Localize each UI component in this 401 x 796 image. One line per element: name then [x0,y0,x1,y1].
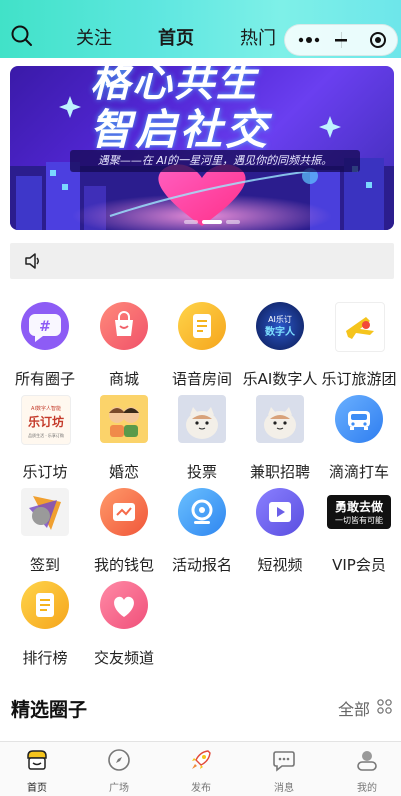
grid-label: 滴滴打车 [328,463,389,481]
svg-text:勇敢去做: 勇敢去做 [335,499,384,514]
grid-item-vip[interactable]: 勇敢去做 一切皆有可能 VIP会员 [319,488,399,580]
svg-text:乐订坊: 乐订坊 [28,414,64,429]
grid-item-short-video[interactable]: 短视频 [240,488,320,580]
grid-label: 乐订旅游团 [321,370,397,388]
grid-label: 活动报名 [171,556,232,574]
banner-subtitle: 遇聚——在 AI的一星河里，遇见你的同频共振。 [70,150,360,172]
home-shop-icon [27,750,47,770]
grid-label: 乐订坊 [22,463,68,481]
tabbar-label: 广场 [109,783,129,794]
ai-digital-human-icon: AI乐订 数字人 [256,302,304,350]
grid-item-wallet[interactable]: 我的钱包 [84,488,164,580]
tabbar-publish[interactable]: 发布 [161,742,241,796]
cat-job-icon [256,395,304,443]
grid-item-vote[interactable]: 投票 [162,395,242,487]
bottom-tab-bar: 首页 广场 发布 消息 我的 [0,741,401,796]
grid-item-travel-group[interactable]: 乐订旅游团 [319,302,399,394]
banner-title-line2: 智启社交 [90,105,271,154]
tab-hot[interactable]: 热门 [240,24,276,50]
profile-icon [357,751,377,771]
grid-label: 婚恋 [108,463,139,481]
see-all-link[interactable]: 全部 [338,696,370,720]
grid-item-checkin[interactable]: 签到 [5,488,85,580]
grid-label: 兼职招聘 [249,463,310,481]
tab-home[interactable]: 首页 [158,24,194,50]
svg-text:AI数字人智能: AI数字人智能 [31,405,61,412]
taxi-icon [335,395,383,443]
search-icon[interactable] [10,24,34,48]
tabbar-square[interactable]: 广场 [79,742,159,796]
grid-label: 所有圈子 [14,370,75,388]
grid-item-part-time-jobs[interactable]: 兼职招聘 [240,395,320,487]
section-title: 精选圈子 [11,699,88,721]
svg-text:一切皆有可能: 一切皆有可能 [335,515,383,525]
cat-vote-icon [178,395,226,443]
activity-signup-icon [178,488,226,536]
notice-bar[interactable] [10,243,394,279]
grid-item-ranking[interactable]: 排行榜 [5,581,85,673]
grid-label: 签到 [29,556,60,574]
wallet-icon [100,488,148,536]
svg-text:数字人: 数字人 [265,325,296,338]
top-header: 关注 首页 热门 [0,0,401,58]
tabbar-label: 首页 [27,783,47,794]
banner-pagination [184,220,240,224]
grid-item-all-circles[interactable]: # 所有圈子 [5,302,85,394]
grid-label: 交友频道 [93,649,154,667]
more-dots-icon[interactable] [297,34,323,46]
grid-item-activity-signup[interactable]: 活动报名 [162,488,242,580]
heart-icon [100,581,148,629]
svg-text:AI乐订: AI乐订 [268,314,292,324]
couple-icon [100,395,148,443]
voice-room-icon [178,302,226,350]
tabbar-label: 我的 [357,783,377,794]
grid-label: 排行榜 [22,649,68,667]
shopping-bag-icon [100,302,148,350]
svg-text:品质生活 · 乐享订购: 品质生活 · 乐享订购 [28,432,64,438]
grid-item-dating-channel[interactable]: 交友频道 [84,581,164,673]
travel-group-icon [335,302,385,352]
grid-item-didi-taxi[interactable]: 滴滴打车 [319,395,399,487]
tabbar-home[interactable]: 首页 [0,742,77,796]
vip-icon: 勇敢去做 一切皆有可能 [327,495,391,529]
ledingfang-logo-icon: AI数字人智能 乐订坊 品质生活 · 乐享订购 [21,395,71,445]
grid-label: VIP会员 [332,556,386,574]
short-video-icon [256,488,304,536]
grid-item-mall[interactable]: 商城 [84,302,164,394]
compass-icon [108,749,130,771]
grid-label: 乐AI数字人 [242,370,318,388]
mini-program-capsule [284,24,398,56]
tabbar-profile[interactable]: 我的 [327,742,401,796]
promo-banner[interactable]: 格心共生 智启社交 遇聚——在 AI的一星河里，遇见你的同频共振。 [10,66,394,230]
grid-item-ledingfang[interactable]: AI数字人智能 乐订坊 品质生活 · 乐享订购 乐订坊 [5,395,85,487]
grid-label: 语音房间 [171,370,232,388]
svg-text:#: # [39,319,51,335]
grid-item-voice-room[interactable]: 语音房间 [162,302,242,394]
grid-icon[interactable] [377,699,392,714]
tab-follow[interactable]: 关注 [76,24,112,50]
grid-label: 短视频 [257,556,303,574]
grid-label: 投票 [186,463,217,481]
grid-item-dating[interactable]: 婚恋 [84,395,164,487]
grid-item-ai-digital-human[interactable]: AI乐订 数字人 乐AI数字人 [240,302,320,394]
message-icon [273,751,295,772]
grid-label: 我的钱包 [93,556,154,574]
rocket-icon [192,750,211,769]
banner-dot[interactable] [226,220,240,224]
tabbar-label: 发布 [191,783,211,794]
ranking-icon [21,581,69,629]
capsule-divider [341,32,342,48]
hashtag-icon: # [21,302,69,350]
tabbar-messages[interactable]: 消息 [244,742,324,796]
grid-label: 商城 [108,370,139,388]
close-target-icon[interactable] [369,31,387,49]
banner-dot-active[interactable] [202,220,222,224]
speaker-icon [25,253,39,269]
tabbar-label: 消息 [274,783,294,794]
banner-dot[interactable] [184,220,198,224]
checkin-icon [21,488,69,536]
